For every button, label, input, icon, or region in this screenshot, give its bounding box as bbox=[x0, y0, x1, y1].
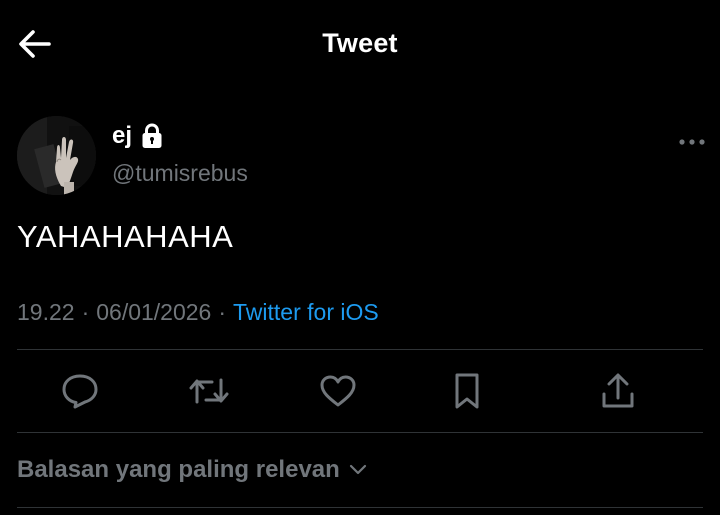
meta-separator: · bbox=[81, 299, 90, 325]
bookmark-icon bbox=[455, 373, 479, 409]
tweet-meta: 19.22 · 06/01/2026 · Twitter for iOS bbox=[17, 299, 379, 326]
reply-icon bbox=[62, 374, 98, 409]
replies-sort-label: Balasan yang paling relevan bbox=[17, 456, 340, 483]
divider bbox=[17, 349, 703, 350]
share-button[interactable] bbox=[596, 369, 640, 413]
replies-sort-dropdown[interactable]: Balasan yang paling relevan bbox=[17, 456, 368, 484]
avatar[interactable] bbox=[17, 116, 96, 195]
retweet-icon bbox=[189, 378, 229, 404]
lock-icon bbox=[142, 123, 162, 148]
tweet-date[interactable]: 06/01/2026 bbox=[96, 299, 211, 326]
retweet-button[interactable] bbox=[187, 369, 231, 413]
author-handle[interactable]: @tumisrebus bbox=[112, 160, 248, 187]
tweet-text: YAHAHAHAHA bbox=[17, 219, 234, 254]
divider bbox=[17, 507, 703, 508]
reply-button[interactable] bbox=[58, 369, 102, 413]
heart-icon bbox=[320, 375, 356, 407]
tweet-time[interactable]: 19.22 bbox=[17, 299, 75, 326]
display-name-row[interactable]: ej bbox=[112, 122, 163, 150]
share-icon bbox=[602, 373, 634, 408]
like-button[interactable] bbox=[316, 369, 360, 413]
meta-separator: · bbox=[218, 299, 227, 325]
tweet-source-link[interactable]: Twitter for iOS bbox=[233, 299, 379, 326]
chevron-down-icon bbox=[349, 464, 366, 475]
more-options-button[interactable] bbox=[672, 130, 712, 154]
more-horizontal-icon bbox=[679, 139, 705, 145]
display-name: ej bbox=[112, 122, 133, 149]
bookmark-button[interactable] bbox=[445, 369, 489, 413]
divider bbox=[17, 432, 703, 433]
page-title: Tweet bbox=[322, 28, 398, 58]
avatar-photo bbox=[17, 116, 96, 195]
